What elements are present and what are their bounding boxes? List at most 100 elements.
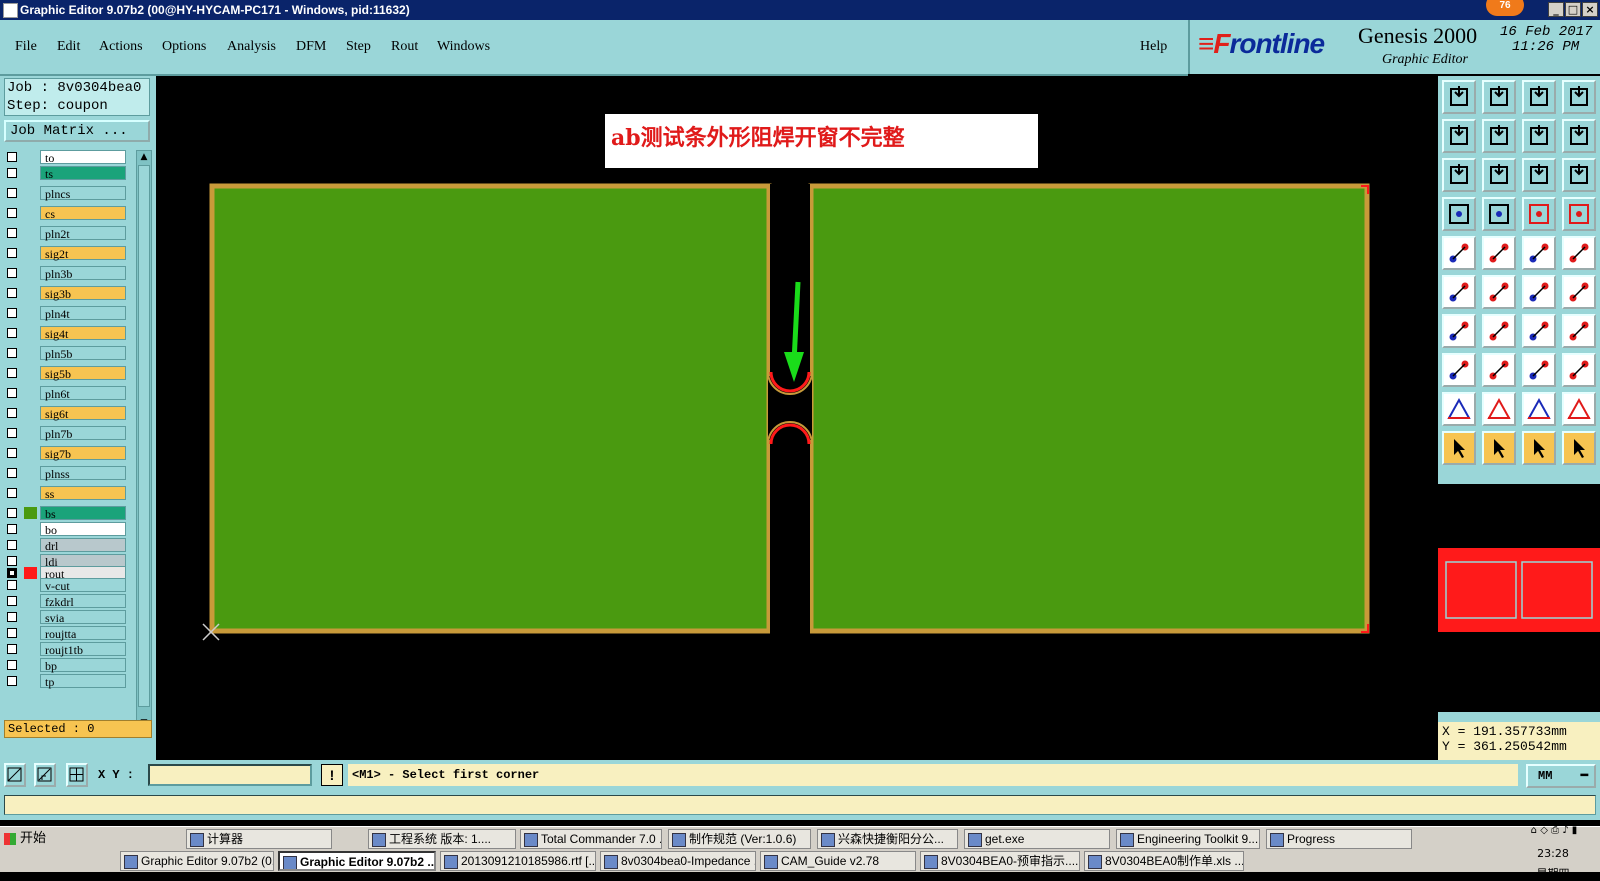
layer-checkbox[interactable] — [7, 408, 17, 418]
layer-row-plnss[interactable]: plnss — [4, 466, 128, 481]
menu-file[interactable]: File — [15, 39, 37, 55]
layer-checkbox[interactable] — [7, 388, 17, 398]
scroll-up-icon[interactable]: ▲ — [137, 151, 151, 163]
unit-selector[interactable]: MM ━ — [1526, 764, 1596, 788]
layer-row-bs[interactable]: bs — [4, 506, 128, 521]
layer-row-sig7b[interactable]: sig7b — [4, 446, 128, 461]
snap-tool-button[interactable] — [4, 763, 26, 787]
slash-tool-button[interactable] — [1482, 314, 1516, 348]
layer-row-sig4t[interactable]: sig4t — [4, 326, 128, 341]
layer-checkbox[interactable] — [7, 228, 17, 238]
layer-row-v-cut[interactable]: v-cut — [4, 578, 128, 593]
maximize-button[interactable]: □ — [1565, 2, 1581, 17]
taskbar-button[interactable]: 2013091210185986.rtf [... — [440, 851, 596, 871]
pad-select-tool-button[interactable] — [1442, 236, 1476, 270]
home-tool-button[interactable] — [1522, 80, 1556, 114]
taskbar-button[interactable]: 8V0304BEA0-预审指示.... — [920, 851, 1080, 871]
dot-tool-button[interactable] — [1562, 236, 1596, 270]
layer-checkbox[interactable] — [7, 328, 17, 338]
tray-icons[interactable]: ⌂ ◇ ⎙ ♪ ▮ — [1514, 825, 1594, 839]
layer-row-pln2t[interactable]: pln2t — [4, 226, 128, 241]
taskbar-button[interactable]: Engineering Toolkit 9.... — [1116, 829, 1260, 849]
taskbar-button[interactable]: Total Commander 7.0 ... — [520, 829, 662, 849]
pointer-b-tool-button[interactable] — [1482, 431, 1516, 465]
menu-analysis[interactable]: Analysis — [227, 39, 276, 55]
net-tool-button[interactable] — [1442, 275, 1476, 309]
triangle-a-tool-button[interactable] — [1442, 392, 1476, 426]
taskbar-button[interactable]: 工程系统 版本: 1.... — [368, 829, 516, 849]
layer-red-b-tool-button[interactable] — [1562, 197, 1596, 231]
menu-actions[interactable]: Actions — [99, 39, 143, 55]
layer-row-tp[interactable]: tp — [4, 674, 128, 689]
minimize-button[interactable]: _ — [1548, 2, 1564, 17]
layer-row-drl[interactable]: drl — [4, 538, 128, 553]
layer-checkbox[interactable] — [7, 468, 17, 478]
zoom-fit-tool-button[interactable] — [1482, 158, 1516, 192]
layer-checkbox[interactable] — [7, 524, 17, 534]
layer-row-roujt1tb[interactable]: roujt1tb — [4, 642, 128, 657]
menu-windows[interactable]: Windows — [437, 39, 490, 55]
taskbar-button[interactable]: Graphic Editor 9.07b2 ... — [278, 851, 436, 871]
swap-tool-button[interactable] — [1522, 119, 1556, 153]
layer-checkbox[interactable] — [7, 428, 17, 438]
taskbar-button[interactable]: 兴森快捷衡阳分公... — [817, 829, 958, 849]
layer-row-roujtta[interactable]: roujtta — [4, 626, 128, 641]
pointer-d-tool-button[interactable] — [1562, 431, 1596, 465]
taskbar-button[interactable]: 计算器 — [186, 829, 332, 849]
pointer-c-tool-button[interactable] — [1522, 431, 1556, 465]
xy-input[interactable] — [148, 764, 312, 786]
layer-checkbox[interactable] — [7, 508, 17, 518]
layer-row-plncs[interactable]: plncs — [4, 186, 128, 201]
layer-row-pln7b[interactable]: pln7b — [4, 426, 128, 441]
home-up-tool-button[interactable] — [1442, 80, 1476, 114]
layer-checkbox[interactable] — [7, 612, 17, 622]
layer-row-sig5b[interactable]: sig5b — [4, 366, 128, 381]
layer-checkbox[interactable] — [7, 676, 17, 686]
layer-checkbox[interactable] — [7, 556, 17, 566]
layer-checkbox[interactable] — [7, 540, 17, 550]
layer-checkbox[interactable] — [7, 308, 17, 318]
job-matrix-button[interactable]: Job Matrix ... — [4, 120, 150, 142]
taskbar-button[interactable]: 制作规范 (Ver:1.0.6) — [668, 829, 811, 849]
minus-tool-button[interactable] — [1482, 353, 1516, 387]
layer-checkbox[interactable] — [7, 368, 17, 378]
layer-row-cs[interactable]: cs — [4, 206, 128, 221]
layer-row-sig2t[interactable]: sig2t — [4, 246, 128, 261]
help-tool-button[interactable] — [1562, 158, 1596, 192]
layer-row-sig3b[interactable]: sig3b — [4, 286, 128, 301]
menu-step[interactable]: Step — [346, 39, 371, 55]
grid-tool-button[interactable] — [66, 763, 88, 787]
home-down-tool-button[interactable] — [1482, 80, 1516, 114]
line-tool-button[interactable] — [1442, 314, 1476, 348]
layer-checkbox[interactable] — [7, 152, 17, 162]
layer-scrollbar[interactable]: ▲ ▼ — [136, 150, 152, 732]
profile-tool-button[interactable] — [1442, 197, 1476, 231]
ruler-tool-button[interactable] — [1522, 236, 1556, 270]
frame-tool-button[interactable] — [1562, 80, 1596, 114]
pan-left-tool-button[interactable] — [1442, 119, 1476, 153]
taskbar-button[interactable]: get.exe — [964, 829, 1110, 849]
cross-tool-button[interactable] — [1482, 275, 1516, 309]
layer-checkbox[interactable] — [7, 168, 17, 178]
close-button[interactable]: × — [1582, 2, 1598, 17]
layer-row-bo[interactable]: bo — [4, 522, 128, 537]
connect-b-tool-button[interactable] — [1562, 275, 1596, 309]
taskbar-button[interactable]: Graphic Editor 9.07b2 (0... — [120, 851, 274, 871]
graphic-canvas[interactable]: ab测试条外形阻焊开窗不完整 — [156, 76, 1438, 760]
pad-move-tool-button[interactable] — [1442, 353, 1476, 387]
triangle-b-tool-button[interactable] — [1482, 392, 1516, 426]
overview-map[interactable] — [1438, 484, 1600, 712]
scale-tool-button[interactable] — [1522, 158, 1556, 192]
layer-checkbox[interactable] — [7, 580, 17, 590]
mirror-tool-button[interactable] — [1562, 314, 1596, 348]
layer-row-svia[interactable]: svia — [4, 610, 128, 625]
layer-checkbox[interactable] — [7, 660, 17, 670]
triangle-c-tool-button[interactable] — [1522, 392, 1556, 426]
taskbar-button[interactable]: CAM_Guide v2.78 — [760, 851, 916, 871]
layer-row-pln3b[interactable]: pln3b — [4, 266, 128, 281]
warning-button[interactable]: ! — [321, 764, 343, 786]
taskbar-button[interactable]: 8V0304BEA0制作单.xls ... — [1084, 851, 1244, 871]
layer-checkbox[interactable] — [7, 568, 17, 578]
layer-row-pln5b[interactable]: pln5b — [4, 346, 128, 361]
menu-edit[interactable]: Edit — [57, 39, 80, 55]
